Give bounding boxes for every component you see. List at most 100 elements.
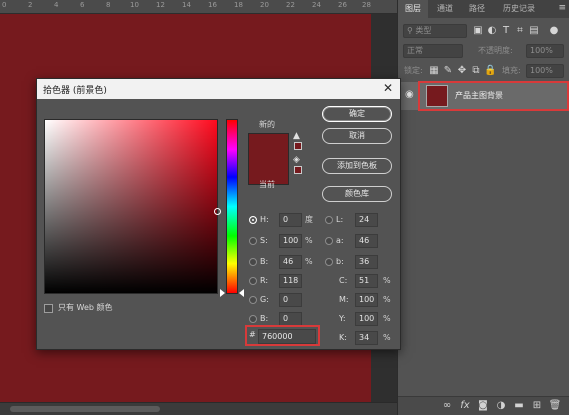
ok-button[interactable]: 确定 — [322, 106, 392, 122]
hue-slider-right-arrow[interactable] — [239, 289, 244, 297]
l-input[interactable]: 24 — [355, 213, 378, 227]
ruler-tick: 4 — [54, 1, 59, 9]
color-marker[interactable] — [214, 208, 221, 215]
ruler-tick: 26 — [338, 1, 347, 9]
lab-b-label: b: — [336, 257, 344, 266]
web-safe-swatch[interactable] — [294, 166, 302, 174]
tab-channels[interactable]: 通道 — [430, 0, 460, 18]
add-to-swatches-button[interactable]: 添加到色板 — [322, 158, 392, 174]
m-input[interactable]: 100 — [355, 293, 378, 307]
ruler-tick: 16 — [208, 1, 217, 9]
b-input[interactable]: 46 — [279, 255, 302, 269]
layers-panel: 图层 通道 路径 历史记录 ≡ ⚲ 类型 ▣ ◐ T ⌗ ▤ ● 正常 不透明度… — [397, 0, 569, 415]
scroll-thumb[interactable] — [10, 406, 160, 412]
blend-mode-select[interactable]: 正常 — [403, 44, 463, 58]
smartobject-filter-icon[interactable]: ▤ — [528, 24, 540, 38]
image-filter-icon[interactable]: ▣ — [472, 24, 484, 38]
radio-r[interactable] — [249, 277, 257, 285]
radio-b[interactable] — [249, 258, 257, 266]
horizontal-scrollbar[interactable] — [0, 402, 397, 415]
web-colors-label: 只有 Web 颜色 — [58, 303, 113, 312]
fx-icon[interactable]: fx — [458, 400, 472, 411]
c-unit: % — [383, 276, 391, 285]
adjustment-icon[interactable]: ◑ — [494, 400, 508, 411]
filter-type-field[interactable]: ⚲ 类型 — [403, 24, 467, 38]
gamut-swatch[interactable] — [294, 142, 302, 150]
lock-position-icon[interactable]: ✥ — [456, 64, 468, 78]
filter-toggle-icon[interactable]: ● — [548, 24, 560, 38]
trash-icon[interactable]: 🗑 — [548, 400, 562, 411]
s-label: S: — [260, 236, 268, 245]
color-picker-dialog: 拾色器 (前景色) ✕ 只有 Web 颜色 新的 当前 ▲ ◈ 确定 取消 添加… — [36, 78, 401, 350]
lock-artboard-icon[interactable]: ⧉ — [470, 64, 482, 78]
k-input[interactable]: 34 — [355, 331, 378, 345]
blue-input[interactable]: 0 — [279, 312, 302, 326]
web-colors-checkbox[interactable] — [44, 304, 53, 313]
ruler-tick: 12 — [156, 1, 165, 9]
dialog-titlebar[interactable]: 拾色器 (前景色) ✕ — [37, 79, 400, 99]
blend-mode-value: 正常 — [407, 46, 423, 55]
radio-h[interactable] — [249, 216, 257, 224]
ruler-tick: 0 — [2, 1, 7, 9]
opacity-input[interactable]: 100% — [526, 44, 564, 58]
tab-history[interactable]: 历史记录 — [494, 0, 544, 18]
eye-icon[interactable]: ◉ — [405, 89, 414, 100]
adjustment-filter-icon[interactable]: ◐ — [486, 24, 498, 38]
ruler-tick: 28 — [362, 1, 371, 9]
c-input[interactable]: 51 — [355, 274, 378, 288]
tab-paths[interactable]: 路径 — [462, 0, 492, 18]
radio-lab-b[interactable] — [325, 258, 333, 266]
text-filter-icon[interactable]: T — [500, 24, 512, 38]
link-icon[interactable]: ∞ — [440, 400, 454, 411]
cancel-button[interactable]: 取消 — [322, 128, 392, 144]
ruler-tick: 2 — [28, 1, 33, 9]
y-label: Y: — [339, 314, 346, 323]
ruler-tick: 6 — [80, 1, 85, 9]
fill-value: 100% — [530, 66, 553, 75]
photoshop-window: { "ruler": {"ticks": ["0", "2", "4", "6"… — [0, 0, 569, 415]
a-label: a: — [336, 236, 344, 245]
r-input[interactable]: 118 — [279, 274, 302, 288]
s-input[interactable]: 100 — [279, 234, 302, 248]
new-layer-icon[interactable]: ⊞ — [530, 400, 544, 411]
c-label: C: — [339, 276, 348, 285]
hue-slider-left-arrow[interactable] — [220, 289, 225, 297]
filter-type-value: 类型 — [415, 26, 432, 35]
ruler-tick: 14 — [182, 1, 191, 9]
h-input[interactable]: 0 — [279, 213, 302, 227]
b-label: B: — [260, 257, 269, 266]
mask-icon[interactable]: ◙ — [476, 400, 490, 411]
lock-label: 锁定: — [404, 66, 423, 75]
ruler-tick: 22 — [286, 1, 295, 9]
radio-blue[interactable] — [249, 315, 257, 323]
hue-slider[interactable] — [226, 119, 238, 294]
menu-icon[interactable]: ≡ — [558, 3, 566, 13]
fill-input[interactable]: 100% — [526, 64, 564, 78]
web-safe-cube-icon[interactable]: ◈ — [293, 155, 300, 165]
radio-a[interactable] — [325, 237, 333, 245]
radio-s[interactable] — [249, 237, 257, 245]
panel-bottom-bar: ∞ fx ◙ ◑ ▬ ⊞ 🗑 — [398, 396, 569, 415]
l-label: L: — [336, 215, 344, 224]
lab-b-input[interactable]: 36 — [355, 255, 378, 269]
lock-image-icon[interactable]: ✎ — [442, 64, 454, 78]
tab-layers[interactable]: 图层 — [398, 0, 428, 18]
fill-label: 填充: — [502, 66, 521, 75]
out-of-gamut-warning-icon[interactable]: ▲ — [293, 131, 300, 141]
folder-icon[interactable]: ▬ — [512, 400, 526, 411]
opacity-label: 不透明度: — [478, 46, 513, 55]
h-label: H: — [260, 215, 269, 224]
lock-all-icon[interactable]: 🔒 — [484, 64, 496, 78]
radio-g[interactable] — [249, 296, 257, 304]
lock-transparent-icon[interactable]: ▦ — [428, 64, 440, 78]
y-input[interactable]: 100 — [355, 312, 378, 326]
saturation-brightness-field[interactable] — [44, 119, 218, 294]
shape-filter-icon[interactable]: ⌗ — [514, 24, 526, 38]
color-libraries-button[interactable]: 颜色库 — [322, 186, 392, 202]
layer-highlight-box — [418, 81, 569, 111]
a-input[interactable]: 46 — [355, 234, 378, 248]
close-icon[interactable]: ✕ — [383, 81, 393, 95]
k-label: K: — [339, 333, 347, 342]
radio-l[interactable] — [325, 216, 333, 224]
g-input[interactable]: 0 — [279, 293, 302, 307]
